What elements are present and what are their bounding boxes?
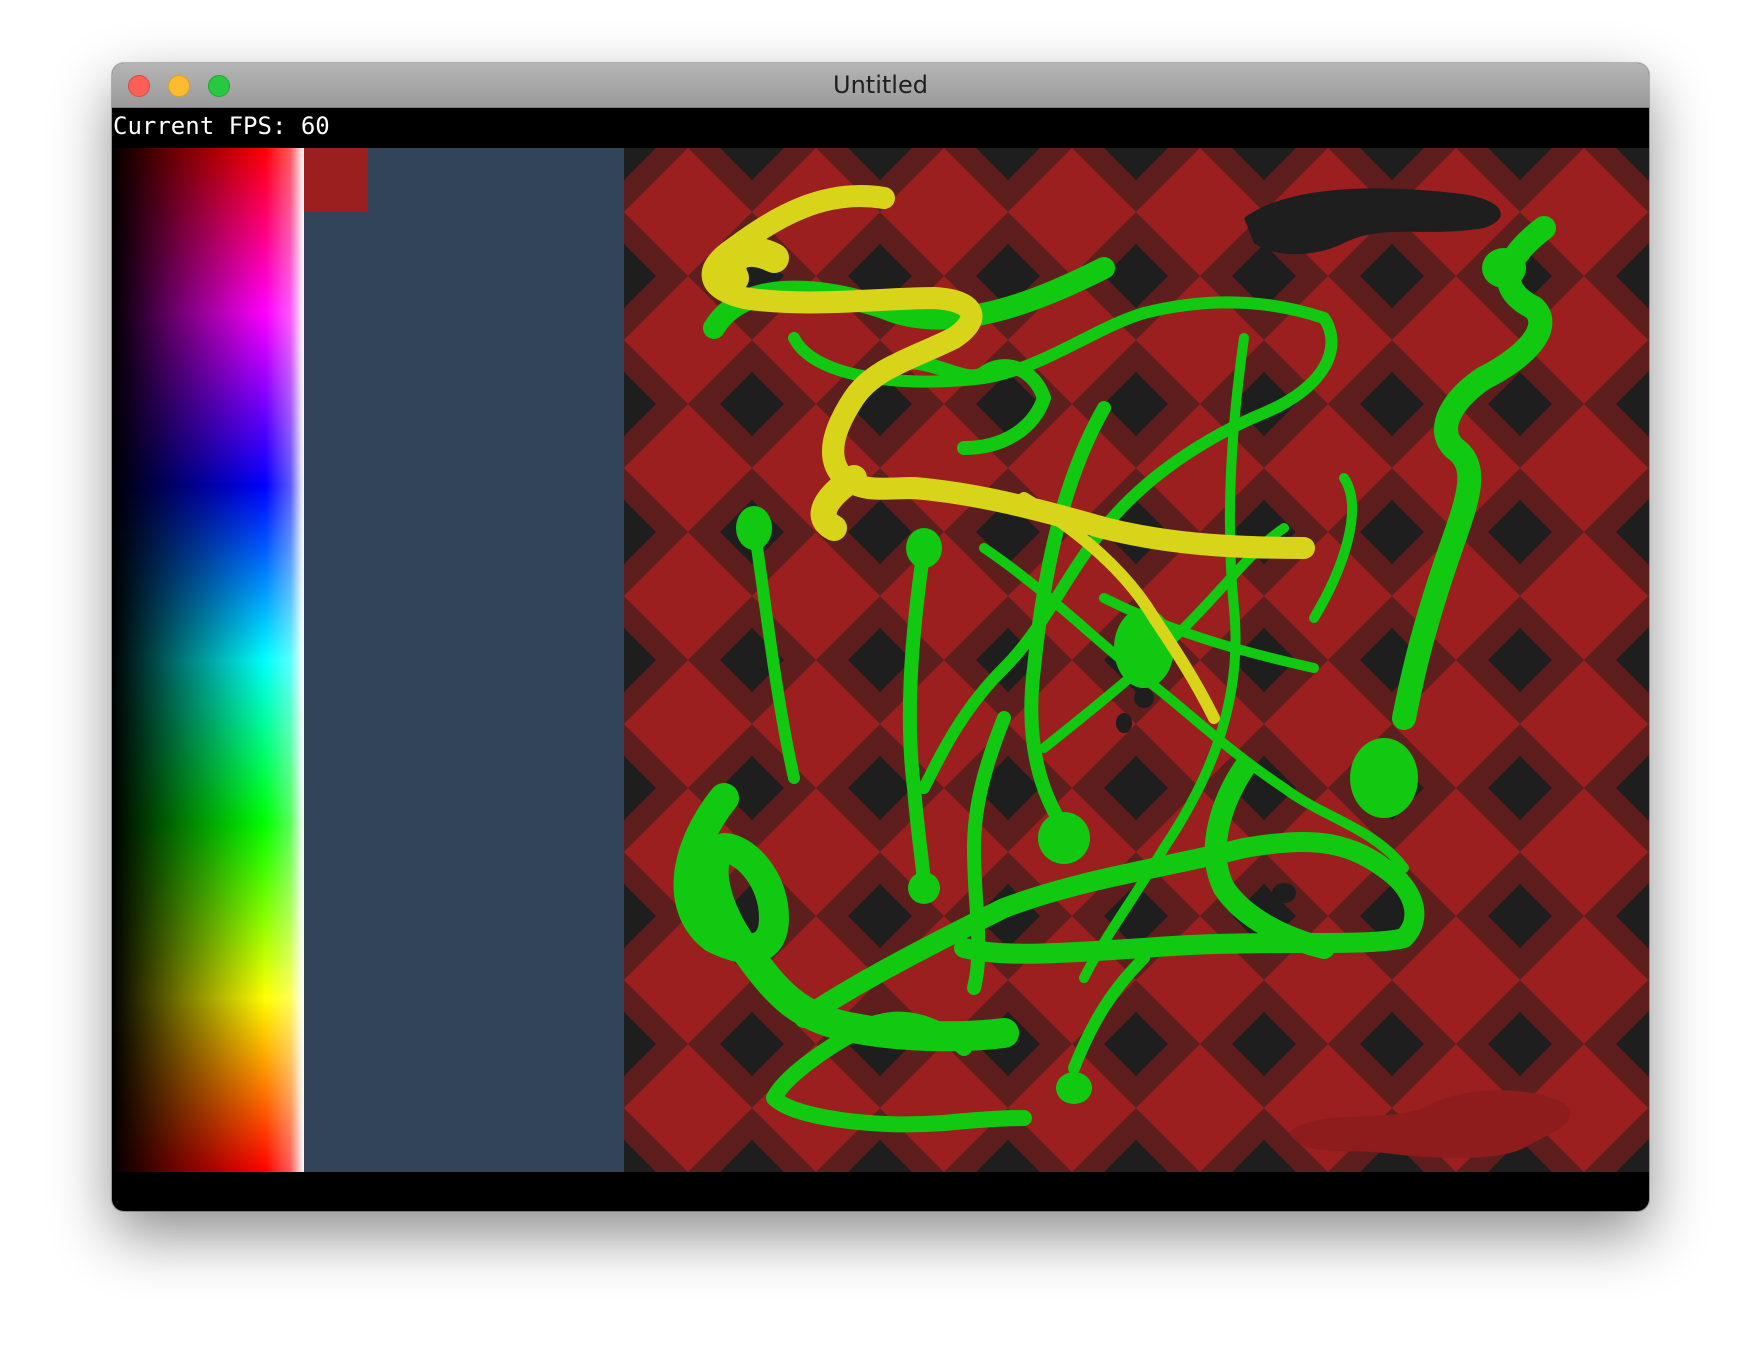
tool-side-panel — [304, 148, 624, 1172]
paint-hole-4 — [1272, 883, 1296, 903]
paint-blob-green-3 — [908, 872, 940, 904]
paint-hole-1 — [1134, 688, 1154, 708]
fps-readout: Current FPS: 60 — [113, 112, 330, 140]
color-palette-picker[interactable] — [112, 148, 304, 1172]
paint-hole-2 — [1116, 713, 1132, 733]
selected-color-swatch[interactable] — [304, 148, 368, 212]
paint-blob-green-8 — [1038, 812, 1090, 864]
paint-blob-green-2 — [906, 528, 942, 568]
paint-blob-green-5 — [1350, 738, 1418, 818]
paint-blob-green-4 — [1056, 1072, 1092, 1104]
paint-blob-green-6 — [1482, 248, 1526, 288]
paint-blob-green-7 — [1114, 608, 1174, 688]
title-bar[interactable]: Untitled — [112, 63, 1649, 108]
paint-canvas[interactable] — [624, 148, 1649, 1172]
paint-blob-green-1 — [736, 506, 772, 550]
canvas-drawing — [624, 148, 1649, 1172]
window-title: Untitled — [833, 71, 928, 99]
app-window: Untitled Current FPS: 60 — [112, 63, 1649, 1211]
